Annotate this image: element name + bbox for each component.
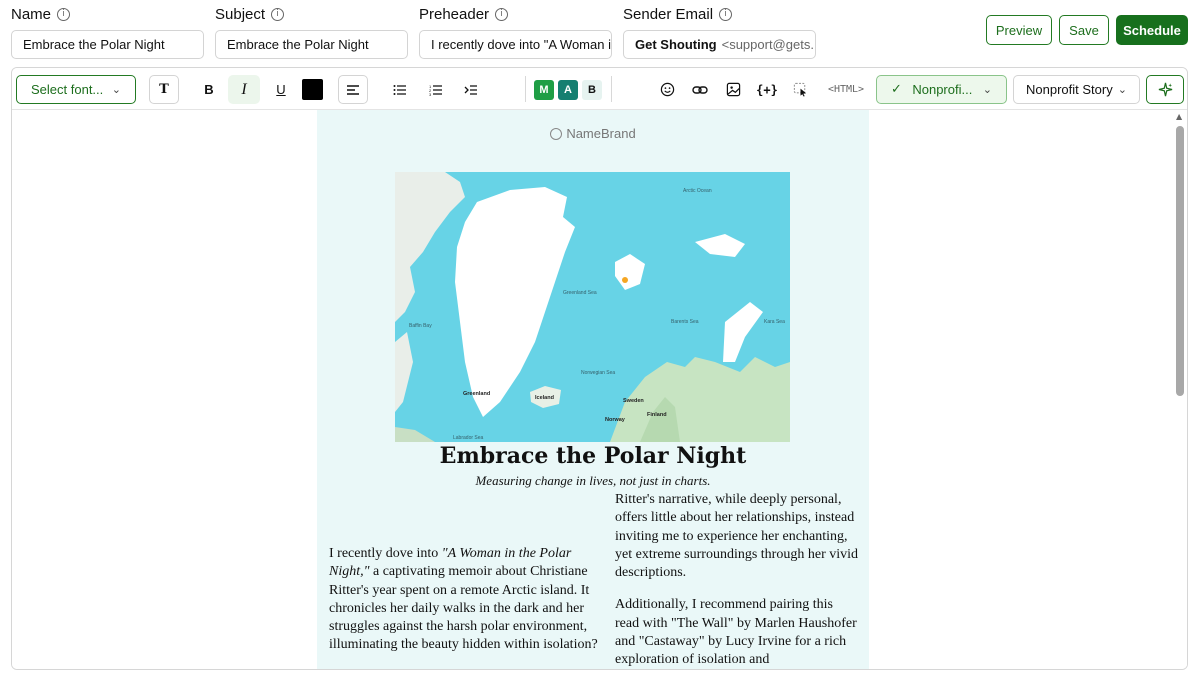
story-select[interactable]: Nonprofit Story ⌄ <box>1013 75 1140 104</box>
bullet-list-icon <box>393 84 406 95</box>
info-icon[interactable]: i <box>57 7 71 21</box>
chevron-down-icon: ⌄ <box>982 83 992 96</box>
sender-field-group: Sender Email i Get Shouting <support@get… <box>623 6 816 59</box>
brand-mark-icon <box>550 127 563 140</box>
info-icon[interactable]: i <box>719 7 733 21</box>
color-swatch <box>301 79 323 100</box>
toolbar-divider <box>611 76 612 102</box>
align-left-icon <box>347 84 359 95</box>
scrollbar-thumb[interactable] <box>1176 126 1184 396</box>
email-right-column[interactable]: Ritter's narrative, while deeply persona… <box>615 491 859 669</box>
underline-button[interactable]: U <box>266 75 296 104</box>
toolbar-divider <box>525 76 526 102</box>
email-editor: Select font... ⌄ T B I U 1 2 3 M A B {+}… <box>11 67 1188 670</box>
map-landmass <box>395 172 790 442</box>
formatting-toolbar: Select font... ⌄ T B I U 1 2 3 M A B {+}… <box>12 68 1187 110</box>
map-label-greenland: Greenland <box>463 391 491 397</box>
indent-icon <box>464 84 477 95</box>
sender-label: Sender Email i <box>623 6 816 23</box>
image-icon <box>726 82 740 97</box>
merge-tags-button[interactable]: {+} <box>752 75 782 104</box>
preheader-field-group: Preheader i I recently dove into "A Woma… <box>419 6 612 59</box>
text-type-button[interactable]: T <box>149 75 179 104</box>
map-label-greenland-sea: Greenland Sea <box>563 290 597 296</box>
map-label-kara-sea: Kara Sea <box>764 319 785 325</box>
m-badge-button[interactable]: M <box>534 75 554 104</box>
subject-input[interactable]: Embrace the Polar Night <box>215 30 408 59</box>
map-label-baffin-bay: Baffin Bay <box>409 323 432 329</box>
image-button[interactable] <box>721 75 745 104</box>
template-select[interactable]: ✓ Nonprofi... ⌄ <box>876 75 1007 104</box>
paragraph: Ritter's narrative, while deeply persona… <box>615 492 859 581</box>
email-left-column[interactable]: I recently dove into "A Woman in the Pol… <box>329 545 607 655</box>
font-select[interactable]: Select font... ⌄ <box>16 75 136 104</box>
name-label: Name i <box>11 6 204 23</box>
ai-sparkle-button[interactable] <box>1146 75 1184 104</box>
save-button[interactable]: Save <box>1059 15 1109 45</box>
info-icon[interactable]: i <box>495 7 509 21</box>
email-preview[interactable]: NameBrand Arctic Ocean Greenland Sea Bar… <box>317 110 869 669</box>
brand-logo: NameBrand <box>317 126 869 141</box>
name-input[interactable]: Embrace the Polar Night <box>11 30 204 59</box>
text-color-button[interactable] <box>299 75 325 104</box>
chevron-down-icon: ⌄ <box>111 83 121 96</box>
map-label-iceland: Iceland <box>535 395 554 401</box>
html-view-button[interactable]: <HTML> <box>824 75 868 104</box>
italic-button[interactable]: I <box>228 75 260 104</box>
preheader-label: Preheader i <box>419 6 612 23</box>
scroll-up-arrow-icon[interactable]: ▲ <box>1176 112 1182 121</box>
emoji-button[interactable] <box>655 75 679 104</box>
cursor-select-icon <box>793 82 806 97</box>
check-icon: ✓ <box>891 82 902 97</box>
map-label-norwegian-sea: Norwegian Sea <box>581 370 616 376</box>
align-button[interactable] <box>338 75 368 104</box>
numbered-list-icon: 1 2 3 <box>429 84 442 96</box>
sender-select[interactable]: Get Shouting <support@gets... <box>623 30 816 59</box>
indent-button[interactable] <box>457 75 485 104</box>
a-badge-button[interactable]: A <box>558 75 578 104</box>
map-label-sweden: Sweden <box>623 398 644 404</box>
select-element-button[interactable] <box>788 75 812 104</box>
sparkle-icon <box>1158 82 1172 97</box>
info-icon[interactable]: i <box>271 7 285 21</box>
paragraph: Additionally, I recommend pairing this r… <box>615 597 857 668</box>
sender-email: <support@gets... <box>721 37 816 52</box>
campaign-meta: Name i Embrace the Polar Night Subject i… <box>0 0 1200 64</box>
name-field-group: Name i Embrace the Polar Night <box>11 6 204 59</box>
bold-button[interactable]: B <box>194 75 224 104</box>
map-label-barents-sea: Barents Sea <box>671 319 699 325</box>
subject-field-group: Subject i Embrace the Polar Night <box>215 6 408 59</box>
preheader-input[interactable]: I recently dove into "A Woman in <box>419 30 612 59</box>
numbered-list-button[interactable]: 1 2 3 <box>422 75 450 104</box>
emoji-icon <box>660 82 674 97</box>
bullet-list-button[interactable] <box>386 75 414 104</box>
arctic-map-image[interactable]: Arctic Ocean Greenland Sea Barents Sea K… <box>395 172 790 442</box>
email-title[interactable]: Embrace the Polar Night <box>317 443 869 469</box>
chevron-down-icon: ⌄ <box>1117 83 1127 96</box>
map-label-finland: Finland <box>647 412 667 418</box>
link-icon <box>692 85 708 94</box>
b-badge-button[interactable]: B <box>582 75 602 104</box>
map-label-norway: Norway <box>605 417 625 423</box>
editor-canvas[interactable]: NameBrand Arctic Ocean Greenland Sea Bar… <box>12 110 1187 669</box>
sender-name: Get Shouting <box>635 37 717 52</box>
email-subtitle[interactable]: Measuring change in lives, not just in c… <box>317 473 869 489</box>
subject-label: Subject i <box>215 6 408 23</box>
preview-button[interactable]: Preview <box>986 15 1052 45</box>
map-label-arctic-ocean: Arctic Ocean <box>683 188 712 194</box>
schedule-button[interactable]: Schedule <box>1116 15 1188 45</box>
link-button[interactable] <box>688 75 712 104</box>
svg-text:3: 3 <box>429 92 432 96</box>
map-label-labrador-sea: Labrador Sea <box>453 435 484 441</box>
scrollbar[interactable]: ▲ <box>1173 110 1187 669</box>
